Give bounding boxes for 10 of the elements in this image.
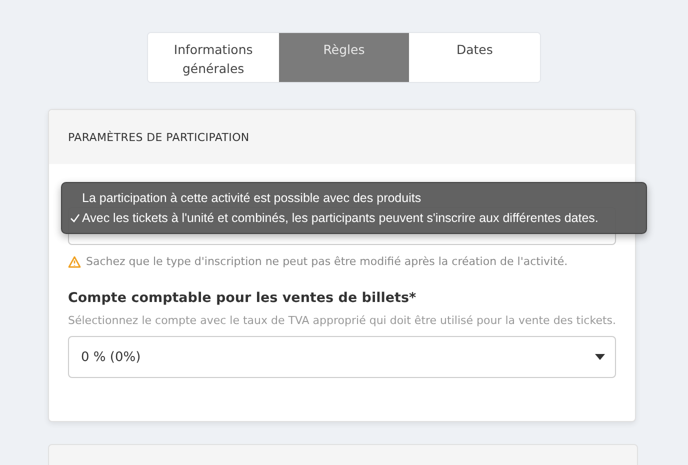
warning-text: Sachez que le type d'inscription ne peut pas être modifié après la création de l'activité. (86, 255, 568, 268)
field-hint: Sélectionnez le compte avec le taux de TVA approprié qui doit être utilisé pour la vente des tickets. (68, 314, 616, 327)
menu-item[interactable]: La participation à cette activité est possible avec des produits (62, 188, 646, 208)
warning-icon (68, 256, 81, 268)
checkmark-icon (70, 213, 80, 223)
section-title: PARAMÈTRES DE PARTICIPATION (68, 130, 250, 144)
caret-icon (595, 354, 605, 360)
field-label: Compte comptable pour les ventes de billets* (68, 290, 418, 306)
menu-item[interactable]: Avec les tickets à l'unité et combinés, les participants peuvent s'inscrire aux différentes dates. (62, 208, 646, 228)
select-field[interactable]: 0 % (0%) (68, 336, 616, 378)
